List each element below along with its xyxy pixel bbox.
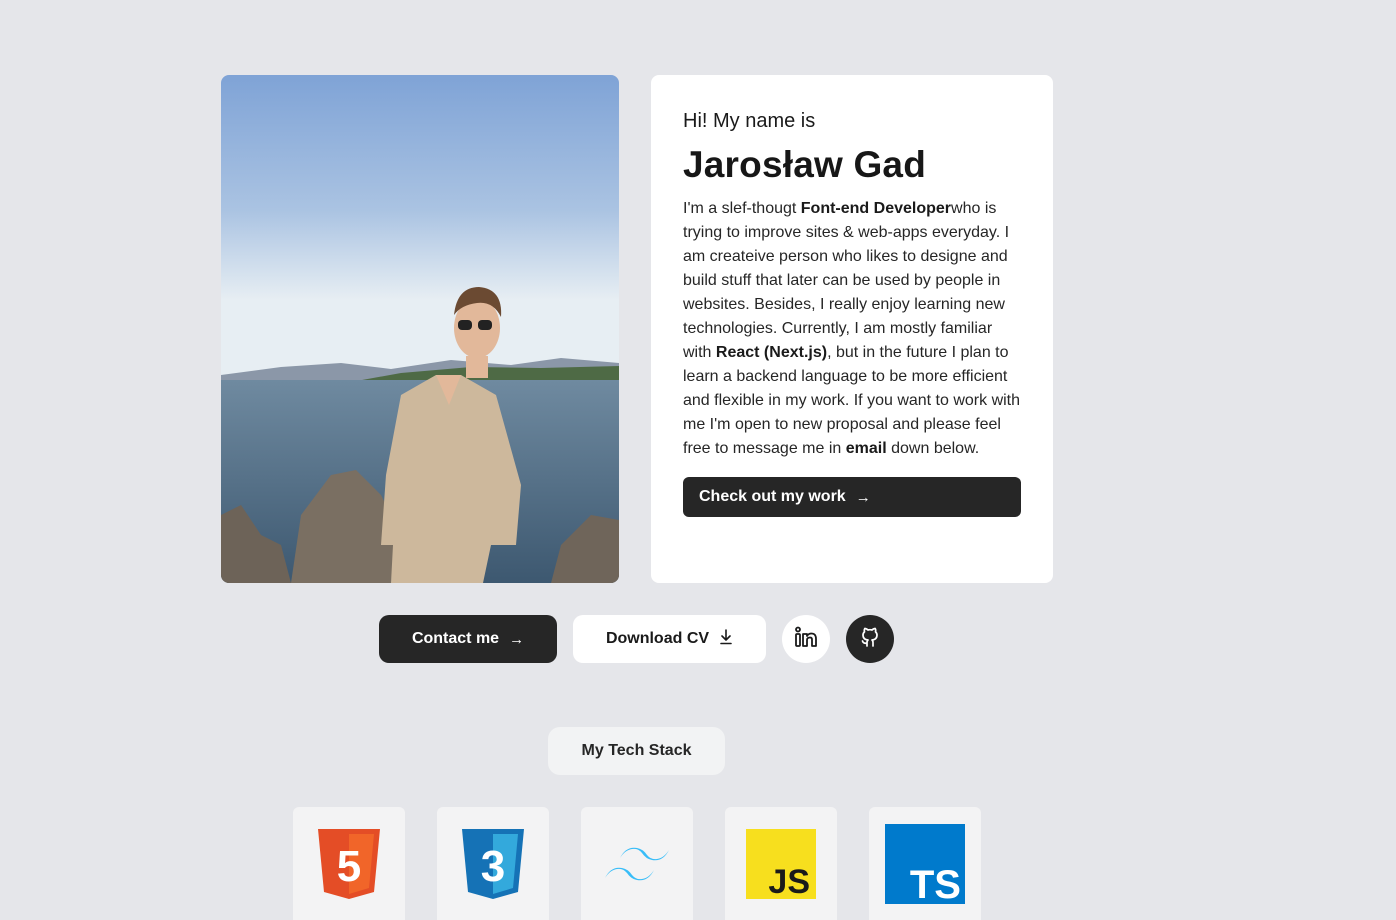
check-out-work-button[interactable]: Check out my work → [683,477,1021,517]
html5-icon: 5 [318,828,380,899]
contact-me-button[interactable]: Contact me → [379,615,557,663]
profile-photo [221,75,619,583]
bio-highlight: Font-end Developer [800,200,952,217]
arrow-right-icon: → [855,488,871,506]
greeting: Hi! My name is [683,110,816,132]
tech-item-tailwind [581,807,693,920]
javascript-glyph: JS [768,863,810,899]
tech-stack-label: My Tech Stack [548,727,725,775]
typescript-icon: TS [885,823,965,904]
linkedin-icon [794,625,818,654]
tech-item-css: 3 [437,807,549,920]
tech-item-typescript: TS [869,807,981,920]
bio-highlight: email [845,440,887,457]
bio-text: I'm a slef-thougt Font-end Developerwho … [683,197,1021,461]
arrow-right-icon: → [509,630,525,648]
typescript-glyph: TS [910,863,961,904]
contact-me-label: Contact me [411,630,500,647]
github-icon [858,625,882,654]
javascript-icon: JS [746,828,816,899]
profile-name: Jarosław Gad [683,144,927,185]
page: Hi! My name is Jarosław Gad I'm a slef-t… [0,0,1396,920]
linkedin-button[interactable] [782,615,830,663]
html5-glyph: 5 [337,842,361,891]
css3-glyph: 3 [481,842,505,891]
bio-highlight: React (Next.js) [715,344,828,361]
check-out-work-label: Check out my work [699,488,846,505]
download-cv-label: Download CV [605,630,710,647]
download-cv-button[interactable]: Download CV [573,615,766,663]
tailwind-icon [605,847,669,880]
css3-icon: 3 [462,828,524,899]
intro-card: Hi! My name is Jarosław Gad I'm a slef-t… [651,75,1053,583]
bio-segment: down below. [886,440,980,457]
tech-item-html: 5 [293,807,405,920]
tech-item-javascript: JS [725,807,837,920]
download-icon [719,628,733,650]
github-button[interactable] [846,615,894,663]
bio-segment: who is trying to improve sites & web-app… [683,200,1010,361]
bio-segment: I'm a slef-thougt [683,200,801,217]
